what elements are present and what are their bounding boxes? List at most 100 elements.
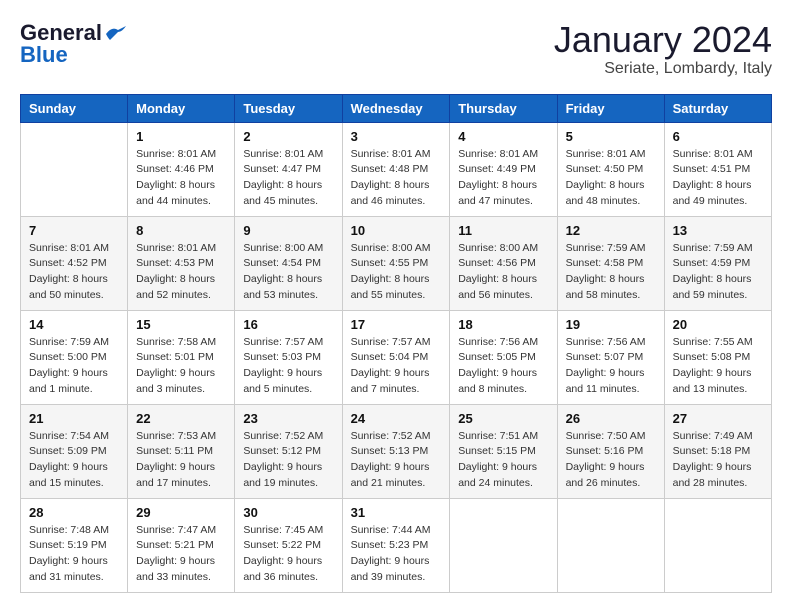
day-info: Sunrise: 7:56 AMSunset: 5:05 PMDaylight:… xyxy=(458,335,548,398)
day-info: Sunrise: 7:59 AMSunset: 4:59 PMDaylight:… xyxy=(673,241,763,304)
day-info: Sunrise: 7:55 AMSunset: 5:08 PMDaylight:… xyxy=(673,335,763,398)
calendar-header-row: Sunday Monday Tuesday Wednesday Thursday… xyxy=(21,94,772,122)
day-number: 17 xyxy=(351,317,442,332)
day-info: Sunrise: 7:49 AMSunset: 5:18 PMDaylight:… xyxy=(673,429,763,492)
day-number: 25 xyxy=(458,411,548,426)
calendar-cell: 15 Sunrise: 7:58 AMSunset: 5:01 PMDayligh… xyxy=(128,310,235,404)
week-row-4: 21 Sunrise: 7:54 AMSunset: 5:09 PMDayligh… xyxy=(21,404,772,498)
calendar-table: Sunday Monday Tuesday Wednesday Thursday… xyxy=(20,94,772,593)
col-sunday: Sunday xyxy=(21,94,128,122)
calendar-cell: 16 Sunrise: 7:57 AMSunset: 5:03 PMDayligh… xyxy=(235,310,342,404)
day-number: 21 xyxy=(29,411,119,426)
calendar-cell: 4 Sunrise: 8:01 AMSunset: 4:49 PMDaylight… xyxy=(450,122,557,216)
day-number: 10 xyxy=(351,223,442,238)
calendar-cell: 20 Sunrise: 7:55 AMSunset: 5:08 PMDayligh… xyxy=(664,310,771,404)
day-number: 1 xyxy=(136,129,226,144)
day-info: Sunrise: 7:58 AMSunset: 5:01 PMDaylight:… xyxy=(136,335,226,398)
day-number: 5 xyxy=(566,129,656,144)
day-info: Sunrise: 7:52 AMSunset: 5:12 PMDaylight:… xyxy=(243,429,333,492)
day-number: 9 xyxy=(243,223,333,238)
day-info: Sunrise: 7:59 AMSunset: 5:00 PMDaylight:… xyxy=(29,335,119,398)
day-number: 19 xyxy=(566,317,656,332)
day-number: 20 xyxy=(673,317,763,332)
calendar-cell: 12 Sunrise: 7:59 AMSunset: 4:58 PMDayligh… xyxy=(557,216,664,310)
week-row-1: 1Sunrise: 8:01 AMSunset: 4:46 PMDaylight… xyxy=(21,122,772,216)
calendar-cell: 13 Sunrise: 7:59 AMSunset: 4:59 PMDayligh… xyxy=(664,216,771,310)
day-number: 16 xyxy=(243,317,333,332)
day-info: Sunrise: 8:01 AMSunset: 4:49 PMDaylight:… xyxy=(458,147,548,210)
day-info: Sunrise: 7:51 AMSunset: 5:15 PMDaylight:… xyxy=(458,429,548,492)
logo: General Blue xyxy=(20,20,126,68)
week-row-5: 28 Sunrise: 7:48 AMSunset: 5:19 PMDayligh… xyxy=(21,498,772,592)
day-number: 27 xyxy=(673,411,763,426)
day-info: Sunrise: 8:01 AMSunset: 4:51 PMDaylight:… xyxy=(673,147,763,210)
day-number: 22 xyxy=(136,411,226,426)
day-info: Sunrise: 7:57 AMSunset: 5:03 PMDaylight:… xyxy=(243,335,333,398)
day-info: Sunrise: 7:50 AMSunset: 5:16 PMDaylight:… xyxy=(566,429,656,492)
day-number: 3 xyxy=(351,129,442,144)
calendar-cell: 21 Sunrise: 7:54 AMSunset: 5:09 PMDayligh… xyxy=(21,404,128,498)
calendar-cell: 22 Sunrise: 7:53 AMSunset: 5:11 PMDayligh… xyxy=(128,404,235,498)
month-title: January 2024 xyxy=(554,20,772,60)
col-tuesday: Tuesday xyxy=(235,94,342,122)
day-number: 26 xyxy=(566,411,656,426)
day-info: Sunrise: 8:01 AMSunset: 4:48 PMDaylight:… xyxy=(351,147,442,210)
title-block: January 2024 Seriate, Lombardy, Italy xyxy=(554,20,772,78)
page-header: General Blue January 2024 Seriate, Lomba… xyxy=(20,20,772,78)
day-number: 28 xyxy=(29,505,119,520)
day-info: Sunrise: 7:48 AMSunset: 5:19 PMDaylight:… xyxy=(29,523,119,586)
day-number: 30 xyxy=(243,505,333,520)
calendar-cell: 18Sunrise: 7:56 AMSunset: 5:05 PMDayligh… xyxy=(450,310,557,404)
calendar-cell: 3 Sunrise: 8:01 AMSunset: 4:48 PMDaylight… xyxy=(342,122,450,216)
calendar-cell xyxy=(21,122,128,216)
week-row-3: 14 Sunrise: 7:59 AMSunset: 5:00 PMDayligh… xyxy=(21,310,772,404)
day-info: Sunrise: 7:53 AMSunset: 5:11 PMDaylight:… xyxy=(136,429,226,492)
calendar-cell: 7 Sunrise: 8:01 AMSunset: 4:52 PMDaylight… xyxy=(21,216,128,310)
day-number: 15 xyxy=(136,317,226,332)
calendar-cell: 5 Sunrise: 8:01 AMSunset: 4:50 PMDaylight… xyxy=(557,122,664,216)
calendar-cell: 30 Sunrise: 7:45 AMSunset: 5:22 PMDayligh… xyxy=(235,498,342,592)
day-number: 7 xyxy=(29,223,119,238)
day-info: Sunrise: 7:54 AMSunset: 5:09 PMDaylight:… xyxy=(29,429,119,492)
calendar-cell: 23Sunrise: 7:52 AMSunset: 5:12 PMDayligh… xyxy=(235,404,342,498)
day-info: Sunrise: 7:59 AMSunset: 4:58 PMDaylight:… xyxy=(566,241,656,304)
calendar-cell xyxy=(450,498,557,592)
logo-blue-text: Blue xyxy=(20,42,68,68)
day-info: Sunrise: 8:01 AMSunset: 4:50 PMDaylight:… xyxy=(566,147,656,210)
day-info: Sunrise: 8:00 AMSunset: 4:55 PMDaylight:… xyxy=(351,241,442,304)
logo-bird-icon xyxy=(104,26,126,42)
day-number: 8 xyxy=(136,223,226,238)
calendar-cell: 27 Sunrise: 7:49 AMSunset: 5:18 PMDayligh… xyxy=(664,404,771,498)
calendar-cell: 9Sunrise: 8:00 AMSunset: 4:54 PMDaylight… xyxy=(235,216,342,310)
day-number: 4 xyxy=(458,129,548,144)
calendar-cell: 29 Sunrise: 7:47 AMSunset: 5:21 PMDayligh… xyxy=(128,498,235,592)
day-info: Sunrise: 7:47 AMSunset: 5:21 PMDaylight:… xyxy=(136,523,226,586)
col-friday: Friday xyxy=(557,94,664,122)
day-number: 24 xyxy=(351,411,442,426)
calendar-cell: 19Sunrise: 7:56 AMSunset: 5:07 PMDayligh… xyxy=(557,310,664,404)
day-number: 11 xyxy=(458,223,548,238)
day-info: Sunrise: 7:45 AMSunset: 5:22 PMDaylight:… xyxy=(243,523,333,586)
col-saturday: Saturday xyxy=(664,94,771,122)
calendar-cell: 1Sunrise: 8:01 AMSunset: 4:46 PMDaylight… xyxy=(128,122,235,216)
calendar-cell: 31Sunrise: 7:44 AMSunset: 5:23 PMDayligh… xyxy=(342,498,450,592)
location: Seriate, Lombardy, Italy xyxy=(554,60,772,78)
day-number: 12 xyxy=(566,223,656,238)
day-number: 14 xyxy=(29,317,119,332)
col-monday: Monday xyxy=(128,94,235,122)
calendar-cell: 24Sunrise: 7:52 AMSunset: 5:13 PMDayligh… xyxy=(342,404,450,498)
calendar-cell: 17 Sunrise: 7:57 AMSunset: 5:04 PMDayligh… xyxy=(342,310,450,404)
calendar-cell xyxy=(664,498,771,592)
day-info: Sunrise: 7:44 AMSunset: 5:23 PMDaylight:… xyxy=(351,523,442,586)
day-info: Sunrise: 8:01 AMSunset: 4:53 PMDaylight:… xyxy=(136,241,226,304)
calendar-cell: 2Sunrise: 8:01 AMSunset: 4:47 PMDaylight… xyxy=(235,122,342,216)
calendar-cell: 26 Sunrise: 7:50 AMSunset: 5:16 PMDayligh… xyxy=(557,404,664,498)
calendar-cell xyxy=(557,498,664,592)
calendar-cell: 11Sunrise: 8:00 AMSunset: 4:56 PMDayligh… xyxy=(450,216,557,310)
day-number: 13 xyxy=(673,223,763,238)
calendar-cell: 25 Sunrise: 7:51 AMSunset: 5:15 PMDayligh… xyxy=(450,404,557,498)
day-info: Sunrise: 7:57 AMSunset: 5:04 PMDaylight:… xyxy=(351,335,442,398)
day-number: 2 xyxy=(243,129,333,144)
day-info: Sunrise: 8:01 AMSunset: 4:52 PMDaylight:… xyxy=(29,241,119,304)
day-number: 29 xyxy=(136,505,226,520)
